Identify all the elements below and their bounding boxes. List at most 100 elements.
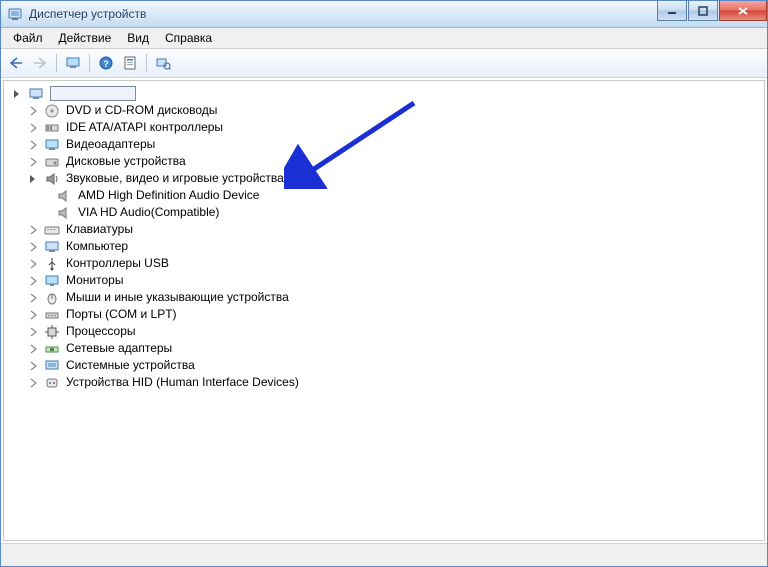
device-label: VIA HD Audio(Compatible) [76, 204, 221, 221]
mouse-icon [44, 290, 60, 306]
tree-category[interactable]: Контроллеры USB [8, 255, 760, 272]
category-label: Мыши и иные указывающие устройства [64, 289, 291, 306]
category-label: Мониторы [64, 272, 125, 289]
device-manager-window: Диспетчер устройств Файл Действие Вид Сп… [0, 0, 768, 567]
expander-closed-icon[interactable] [28, 360, 40, 372]
keyboard-icon [44, 222, 60, 238]
tree-category[interactable]: Системные устройства [8, 357, 760, 374]
help-icon: ? [98, 55, 114, 71]
toolbar-separator [146, 54, 147, 72]
tree-category[interactable]: Клавиатуры [8, 221, 760, 238]
expander-closed-icon[interactable] [28, 241, 40, 253]
tree-root[interactable] [8, 85, 760, 102]
window-title: Диспетчер устройств [29, 7, 146, 21]
hid-icon [44, 375, 60, 391]
category-label: Клавиатуры [64, 221, 135, 238]
expander-closed-icon[interactable] [28, 122, 40, 134]
tree-category[interactable]: Видеоадаптеры [8, 136, 760, 153]
network-icon [44, 341, 60, 357]
category-label: Контроллеры USB [64, 255, 171, 272]
tree-category[interactable]: Мониторы [8, 272, 760, 289]
toolbar-separator [56, 54, 57, 72]
tree-category[interactable]: Мыши и иные указывающие устройства [8, 289, 760, 306]
toolbar: ? [1, 49, 767, 78]
monitor-icon [44, 273, 60, 289]
forward-arrow-icon [32, 56, 48, 70]
tree-category[interactable]: Компьютер [8, 238, 760, 255]
expander-closed-icon[interactable] [28, 292, 40, 304]
tree-category[interactable]: DVD и CD-ROM дисководы [8, 102, 760, 119]
expander-closed-icon[interactable] [28, 258, 40, 270]
optical-drive-icon [44, 103, 60, 119]
tree-category[interactable]: IDE ATA/ATAPI контроллеры [8, 119, 760, 136]
menu-help[interactable]: Справка [157, 29, 220, 47]
expander-closed-icon[interactable] [28, 139, 40, 151]
back-arrow-icon [8, 56, 24, 70]
computer-icon [28, 86, 44, 102]
audio-device-icon [56, 205, 72, 221]
minimize-icon [667, 6, 677, 16]
root-label-mask [50, 86, 136, 101]
close-icon [737, 6, 749, 16]
close-button[interactable] [719, 1, 767, 21]
category-label: Компьютер [64, 238, 130, 255]
devices-icon [65, 55, 81, 71]
expander-closed-icon[interactable] [28, 343, 40, 355]
menu-action[interactable]: Действие [51, 29, 120, 47]
expander-open-icon[interactable] [28, 173, 40, 185]
category-label: Дисковые устройства [64, 153, 188, 170]
audio-icon [44, 171, 60, 187]
maximize-button[interactable] [688, 1, 718, 21]
category-label: Сетевые адаптеры [64, 340, 174, 357]
expander-open-icon[interactable] [12, 88, 24, 100]
properties-icon [122, 55, 138, 71]
tree-category[interactable]: Дисковые устройства [8, 153, 760, 170]
computer-icon [44, 239, 60, 255]
device-tree-pane[interactable]: DVD и CD-ROM дисководы IDE ATA/ATAPI кон… [3, 80, 765, 541]
category-label: Звуковые, видео и игровые устройства [64, 170, 286, 187]
category-label: DVD и CD-ROM дисководы [64, 102, 219, 119]
expander-closed-icon[interactable] [28, 275, 40, 287]
tree-category-audio[interactable]: Звуковые, видео и игровые устройства [8, 170, 760, 187]
tree-category[interactable]: Сетевые адаптеры [8, 340, 760, 357]
properties-button[interactable] [119, 52, 141, 74]
scan-icon [155, 55, 171, 71]
category-label: IDE ATA/ATAPI контроллеры [64, 119, 225, 136]
usb-icon [44, 256, 60, 272]
expander-closed-icon[interactable] [28, 156, 40, 168]
menu-view[interactable]: Вид [119, 29, 157, 47]
category-label: Системные устройства [64, 357, 197, 374]
expander-closed-icon[interactable] [28, 105, 40, 117]
maximize-icon [698, 6, 708, 16]
tree-category[interactable]: Порты (COM и LPT) [8, 306, 760, 323]
system-device-icon [44, 358, 60, 374]
tree-category[interactable]: Процессоры [8, 323, 760, 340]
menubar: Файл Действие Вид Справка [1, 28, 767, 49]
menu-file[interactable]: Файл [5, 29, 51, 47]
window-controls [656, 1, 767, 21]
device-label: AMD High Definition Audio Device [76, 187, 261, 204]
toolbar-separator [89, 54, 90, 72]
tree-device[interactable]: AMD High Definition Audio Device [8, 187, 760, 204]
tree-device[interactable]: VIA HD Audio(Compatible) [8, 204, 760, 221]
titlebar[interactable]: Диспетчер устройств [1, 1, 767, 28]
device-tree: DVD и CD-ROM дисководы IDE ATA/ATAPI кон… [8, 85, 760, 391]
minimize-button[interactable] [657, 1, 687, 21]
display-adapter-icon [44, 137, 60, 153]
expander-closed-icon[interactable] [28, 377, 40, 389]
back-button[interactable] [5, 52, 27, 74]
app-icon [7, 6, 23, 22]
tree-category[interactable]: Устройства HID (Human Interface Devices) [8, 374, 760, 391]
forward-button[interactable] [29, 52, 51, 74]
category-label: Порты (COM и LPT) [64, 306, 179, 323]
expander-closed-icon[interactable] [28, 326, 40, 338]
scan-hardware-button[interactable] [152, 52, 174, 74]
category-label: Видеоадаптеры [64, 136, 157, 153]
show-hidden-button[interactable] [62, 52, 84, 74]
ide-controller-icon [44, 120, 60, 136]
help-button[interactable]: ? [95, 52, 117, 74]
port-icon [44, 307, 60, 323]
expander-closed-icon[interactable] [28, 309, 40, 321]
expander-closed-icon[interactable] [28, 224, 40, 236]
category-label: Устройства HID (Human Interface Devices) [64, 374, 301, 391]
